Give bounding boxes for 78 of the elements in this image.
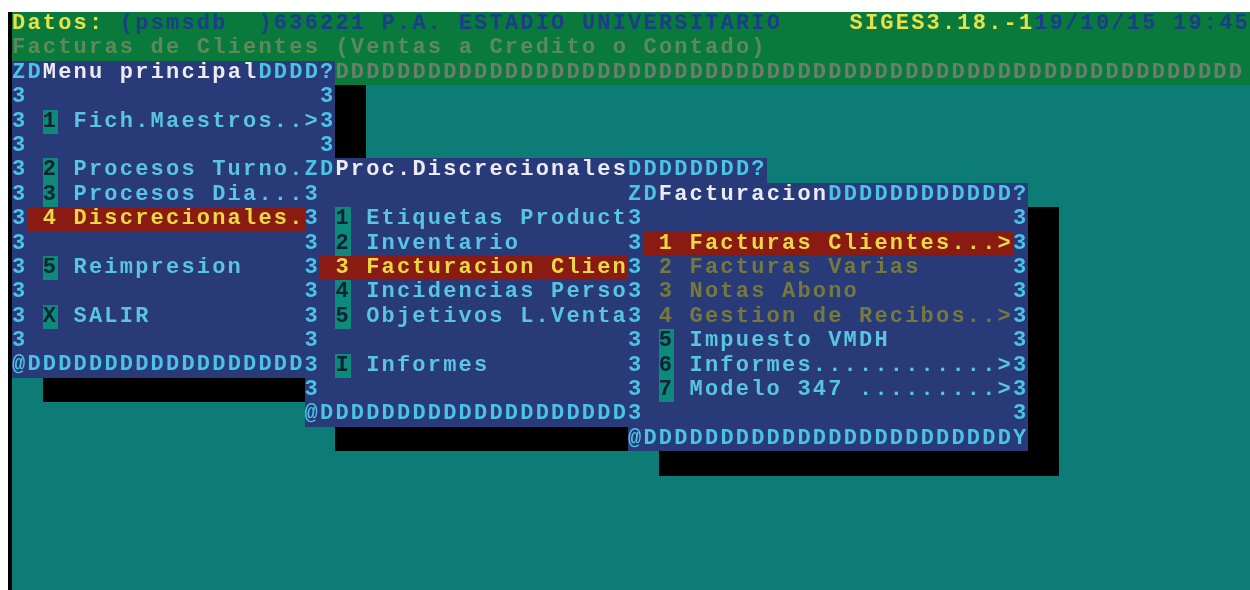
hotkey: X — [42, 304, 59, 330]
hotkey: 3 — [658, 280, 675, 305]
hotkey: 1 — [658, 231, 675, 256]
frame-glyphs: DDDDDDDDDDDD? — [828, 182, 1029, 208]
frame-glyph: 3 — [628, 377, 644, 403]
frame-glyph: 3 — [320, 85, 336, 110]
hotkey: 4 — [42, 207, 59, 232]
hotkey: 7 — [658, 377, 675, 403]
screen-subtitle: Facturas de Clientes (Ventas a Credito o Contado) — [12, 36, 767, 61]
hotkey: 3 — [335, 255, 351, 281]
status-value: (psmsdb )636221 P.A. ESTADIO UNIVERSITARIO — [119, 12, 783, 36]
frame-glyph: 3 — [12, 255, 28, 281]
frame-glyph: 3 — [1013, 402, 1029, 427]
frame-glyph: 3 — [628, 402, 644, 427]
hotkey: 4 — [335, 280, 351, 305]
hotkey: 2 — [42, 158, 59, 183]
frame-glyph: 3 — [628, 231, 644, 256]
hotkey: 3 — [42, 182, 59, 208]
hotkey: 5 — [335, 304, 351, 330]
frame-glyph: 3 — [320, 109, 336, 134]
frame-glyph: 3 — [628, 353, 644, 378]
hotkey: 5 — [42, 255, 59, 281]
hotkey: 6 — [658, 353, 675, 378]
hotkey: 2 — [335, 231, 351, 256]
frame-glyph: 3 — [1013, 353, 1029, 378]
hotkey: 2 — [658, 255, 675, 281]
window-title: Proc.Discrecionales — [335, 158, 629, 183]
frame-glyph: 3 — [1013, 207, 1029, 232]
frame-glyph: 3 — [628, 329, 644, 354]
frame-glyph: 3 — [12, 158, 28, 183]
frame-glyph: 3 — [304, 255, 320, 281]
frame-glyph: 3 — [12, 329, 28, 354]
frame-glyph: 3 — [12, 280, 28, 305]
frame-glyph: 3 — [12, 85, 28, 110]
frame-glyphs: DDDDDDDDDDDDDDDDDDDDDDDDDDDDDDDDDDDDDDDDDDDDDDDDDDDDDDDDDDD — [335, 60, 1245, 86]
frame-glyph: 3 — [1013, 231, 1029, 256]
frame-glyphs: ZD — [628, 182, 659, 208]
frame-glyph: 3 — [304, 280, 320, 305]
window-title: Facturacion — [658, 182, 829, 208]
frame-glyph: 3 — [320, 133, 336, 159]
frame-glyphs: ZD — [304, 158, 336, 183]
hotkey: I — [335, 353, 351, 378]
frame-glyph: 3 — [1013, 377, 1029, 403]
status-label: Datos: — [12, 12, 106, 36]
frame-glyph: 3 — [12, 231, 28, 256]
frame-glyphs: DDDDDDDD? — [628, 158, 767, 183]
frame-glyphs: @DDDDDDDDDDDDDDDDDD — [12, 353, 305, 378]
frame-glyph: 3 — [304, 304, 320, 330]
status-value: 19/10/15 19:45 — [1034, 12, 1250, 36]
frame-glyph: 3 — [304, 329, 320, 354]
frame-glyph: 3 — [628, 304, 644, 330]
frame-glyphs: DDDD? — [258, 60, 336, 86]
frame-glyph: 3 — [304, 207, 320, 232]
frame-glyph: 3 — [1013, 280, 1029, 305]
frame-glyph: 3 — [12, 133, 28, 159]
frame-glyphs: ZD — [12, 60, 43, 86]
frame-glyph: 3 — [304, 377, 320, 403]
frame-glyph: 3 — [628, 280, 644, 305]
frame-glyph: 3 — [304, 182, 320, 208]
hotkey: 1 — [335, 207, 351, 232]
frame-glyph: 3 — [628, 255, 644, 281]
frame-glyph: 3 — [1013, 255, 1029, 281]
frame-glyph: 3 — [1013, 329, 1029, 354]
frame-glyph: 3 — [304, 353, 320, 378]
frame-glyphs: @DDDDDDDDDDDDDDDDDDDD — [304, 402, 629, 427]
frame-glyph: 3 — [12, 109, 28, 134]
hotkey: 1 — [42, 109, 59, 134]
hotkey: 4 — [658, 304, 675, 330]
frame-glyph: 3 — [628, 207, 644, 232]
frame-glyphs: @DDDDDDDDDDDDDDDDDDDDDDDDY — [628, 426, 1029, 452]
status-label: SIGES3.18.-1 — [849, 12, 1035, 36]
frame-glyph: 3 — [12, 207, 28, 232]
frame-glyph: 3 — [12, 304, 28, 330]
frame-glyph: 3 — [1013, 304, 1029, 330]
frame-glyph: 3 — [304, 231, 320, 256]
window-title: Menu principal — [42, 60, 259, 86]
frame-glyph: 3 — [12, 182, 28, 208]
hotkey: 5 — [658, 329, 675, 354]
